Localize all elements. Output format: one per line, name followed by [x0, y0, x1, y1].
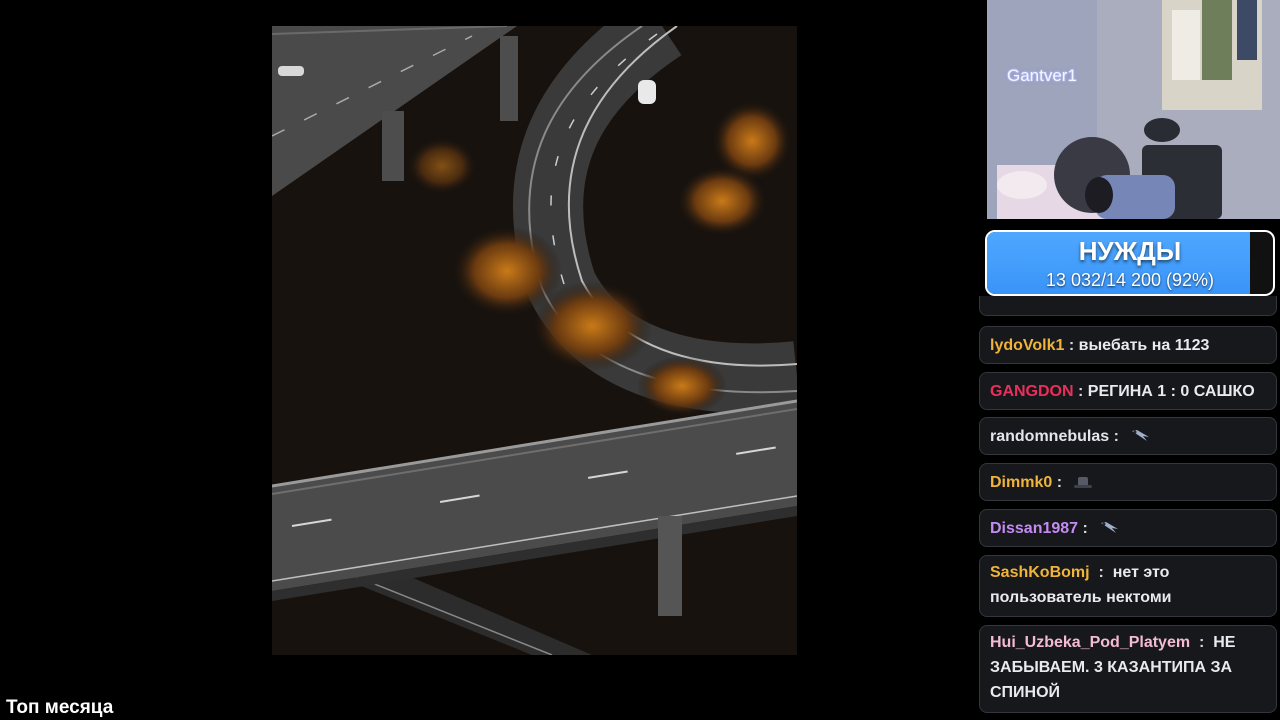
chat-username[interactable]: Hui_Uzbeka_Pod_Platyem	[990, 634, 1190, 651]
chat-separator: :	[1056, 473, 1063, 491]
chat-separator: :	[1113, 427, 1119, 445]
stream-photo	[272, 26, 797, 655]
chat-username[interactable]: Dimmk0	[990, 470, 1052, 495]
chat-separator: :	[1082, 519, 1088, 537]
chat-panel: lydoVolk1 : выебать на 1123 GANGDON : РЕ…	[979, 296, 1279, 720]
webcam-feed: Gantver1	[987, 0, 1280, 219]
chat-message: Hui_Uzbeka_Pod_Platyem : НЕ ЗАБЫВАЕМ. 3 …	[979, 625, 1277, 713]
hat-emote-icon	[1074, 477, 1093, 488]
chat-separator: :	[1078, 382, 1084, 400]
chat-message: SashKoBomj : нет это пользователь нектом…	[979, 555, 1277, 617]
chat-username[interactable]: Dissan1987	[990, 516, 1078, 541]
needs-title: НУЖДЫ	[1078, 236, 1182, 266]
bird-emote-icon	[1101, 522, 1119, 533]
chat-text: РЕГИНА 1 : 0 САШКО	[1087, 382, 1255, 400]
chat-message: lydoVolk1 : выебать на 1123	[979, 326, 1277, 364]
chat-username[interactable]: lydoVolk1	[990, 333, 1064, 358]
needs-progress-widget: НУЖДЫ 13 032/14 200 (92%)	[985, 230, 1275, 296]
chat-separator: :	[1098, 564, 1104, 581]
chat-username[interactable]: SashKoBomj	[990, 564, 1090, 581]
chat-message: randomnebulas :	[979, 417, 1277, 455]
chat-separator: :	[1068, 336, 1075, 354]
bird-emote-icon	[1132, 430, 1150, 441]
chat-separator: :	[1198, 634, 1205, 651]
chat-message: Dissan1987 :	[979, 509, 1277, 547]
chat-message: Dimmk0 :	[979, 463, 1277, 501]
webcam-name-overlay: Gantver1	[1007, 66, 1077, 85]
chat-text: выебать на 1123	[1078, 336, 1210, 354]
chat-message-cutoff	[979, 296, 1277, 316]
chat-username[interactable]: GANGDON	[990, 379, 1074, 404]
needs-progress-text: 13 032/14 200 (92%)	[1045, 270, 1215, 290]
top-of-month-label: Топ месяца	[6, 697, 114, 718]
chat-username[interactable]: randomnebulas	[990, 424, 1109, 449]
chat-message: GANGDON : РЕГИНА 1 : 0 САШКО	[979, 372, 1277, 410]
